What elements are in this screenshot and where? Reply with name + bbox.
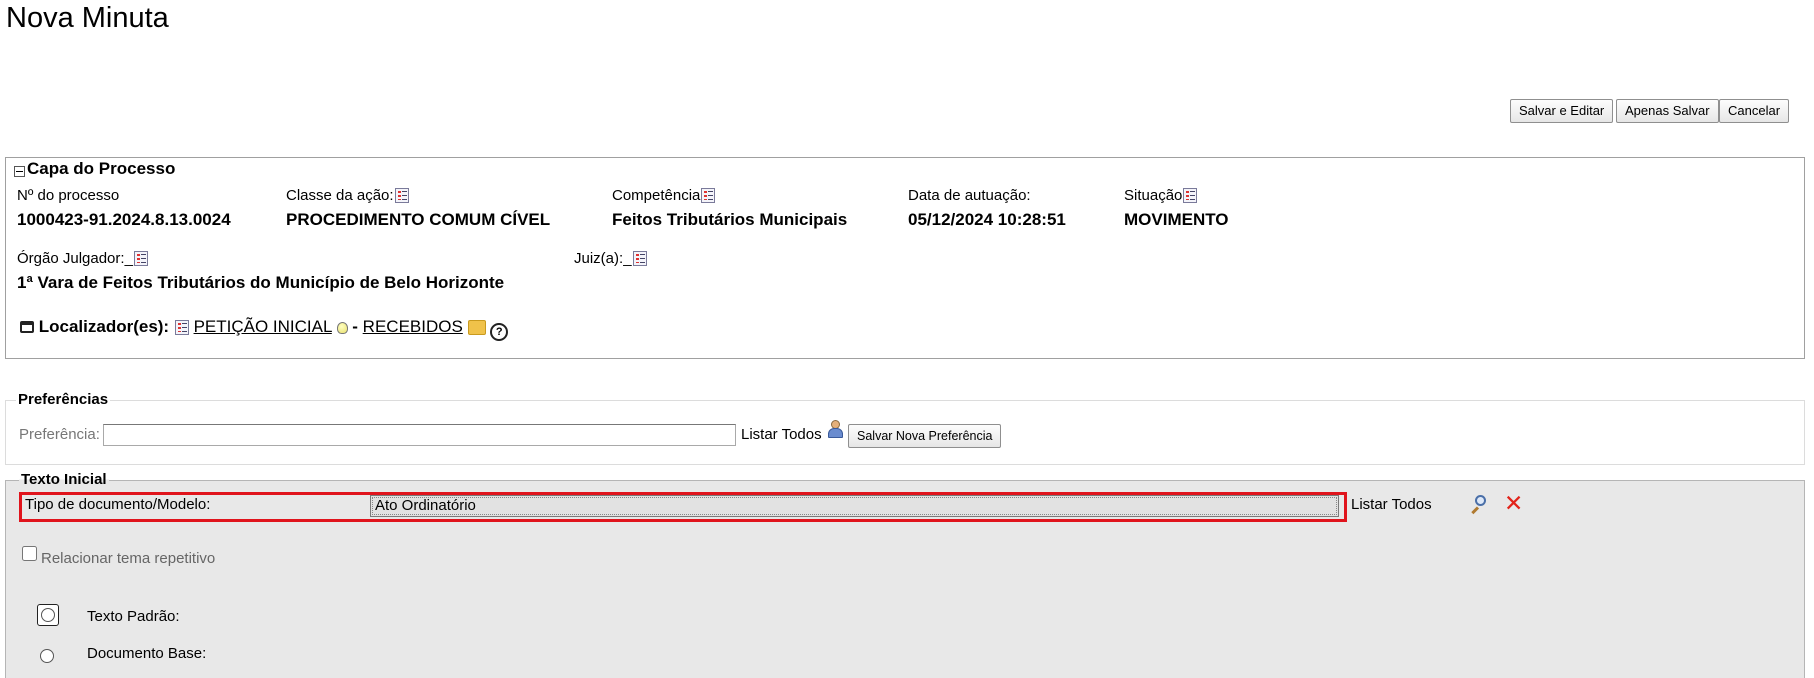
relacionar-tema-label: Relacionar tema repetitivo (41, 550, 216, 567)
localizador-recebidos-link[interactable]: RECEBIDOS (363, 317, 463, 336)
localizadores-row: Localizador(es): PETIÇÃO INICIAL - RECEB… (20, 317, 509, 341)
preferencia-label: Preferência: (19, 426, 100, 443)
numero-processo-label: Nº do processo (17, 187, 120, 204)
help-icon[interactable]: ? (490, 323, 509, 341)
clear-icon[interactable]: ✕ (1504, 492, 1523, 515)
tipo-documento-select[interactable]: Ato Ordinatório (370, 495, 1339, 517)
list-icon[interactable] (174, 320, 189, 335)
search-icon-lens (1475, 495, 1486, 506)
orgao-julgador-value: 1ª Vara de Feitos Tributários do Municíp… (17, 273, 505, 292)
juiz-label-text: Juiz(a): (574, 250, 624, 267)
situacao-label: Situação (1124, 187, 1198, 204)
tipo-listar-todos-link[interactable]: Listar Todos (1351, 496, 1432, 513)
list-icon[interactable] (632, 251, 647, 266)
competencia-label-text: Competência (612, 187, 701, 204)
capa-processo-legend[interactable]: Capa do Processo (14, 159, 180, 179)
classe-acao-label: Classe da ação: (286, 187, 409, 204)
documento-base-label: Documento Base: (87, 645, 207, 662)
folder-icon[interactable] (467, 320, 486, 335)
data-autuacao-label: Data de autuação: (908, 187, 1031, 204)
orgao-julgador-label-text: Órgão Julgador: (17, 250, 125, 267)
search-icon[interactable] (1470, 495, 1488, 515)
localizadores-label: Localizador(es): (38, 317, 170, 336)
situacao-label-text: Situação (1124, 187, 1183, 204)
orgao-julgador-label: Órgão Julgador:_ (17, 250, 148, 267)
cancel-button[interactable]: Cancelar (1719, 99, 1790, 123)
competencia-label: Competência (612, 187, 716, 204)
save-and-edit-button[interactable]: Salvar e Editar (1510, 99, 1614, 123)
documento-base-radio[interactable] (40, 649, 54, 663)
numero-processo-value: 1000423-91.2024.8.13.0024 (17, 210, 231, 229)
salvar-nova-preferencia-button[interactable]: Salvar Nova Preferência (848, 424, 1002, 448)
preferencias-legend: Preferências (16, 391, 111, 408)
texto-inicial-legend: Texto Inicial (19, 471, 109, 488)
tipo-documento-label: Tipo de documento/Modelo: (25, 496, 211, 513)
localizador-peticao-inicial-link[interactable]: PETIÇÃO INICIAL (194, 317, 332, 336)
inbox-tray-icon (20, 321, 34, 333)
list-icon[interactable] (1183, 188, 1198, 203)
list-icon[interactable] (701, 188, 716, 203)
localizador-separator: - (352, 317, 358, 336)
texto-padrao-radio-focus[interactable] (37, 604, 59, 626)
classe-acao-label-text: Classe da ação: (286, 187, 394, 204)
collapse-icon[interactable] (14, 165, 25, 177)
save-only-button[interactable]: Apenas Salvar (1616, 99, 1719, 123)
pref-listar-todos-link[interactable]: Listar Todos (741, 426, 822, 443)
lightbulb-icon[interactable] (336, 322, 348, 334)
list-icon[interactable] (133, 251, 148, 266)
page-title: Nova Minuta (6, 2, 169, 34)
situacao-value: MOVIMENTO (1124, 210, 1229, 229)
classe-acao-value: PROCEDIMENTO COMUM CÍVEL (286, 210, 551, 229)
preferencia-input[interactable] (103, 424, 736, 446)
competencia-value: Feitos Tributários Municipais (612, 210, 848, 229)
capa-processo-title: Capa do Processo (27, 159, 176, 178)
data-autuacao-value: 05/12/2024 10:28:51 (908, 210, 1066, 229)
list-icon[interactable] (394, 188, 409, 203)
juiz-label: Juiz(a):_ (574, 250, 647, 267)
user-icon[interactable] (827, 420, 843, 438)
texto-padrao-label: Texto Padrão: (87, 608, 180, 625)
relacionar-tema-checkbox[interactable] (22, 546, 37, 561)
texto-padrao-radio[interactable] (41, 608, 55, 622)
